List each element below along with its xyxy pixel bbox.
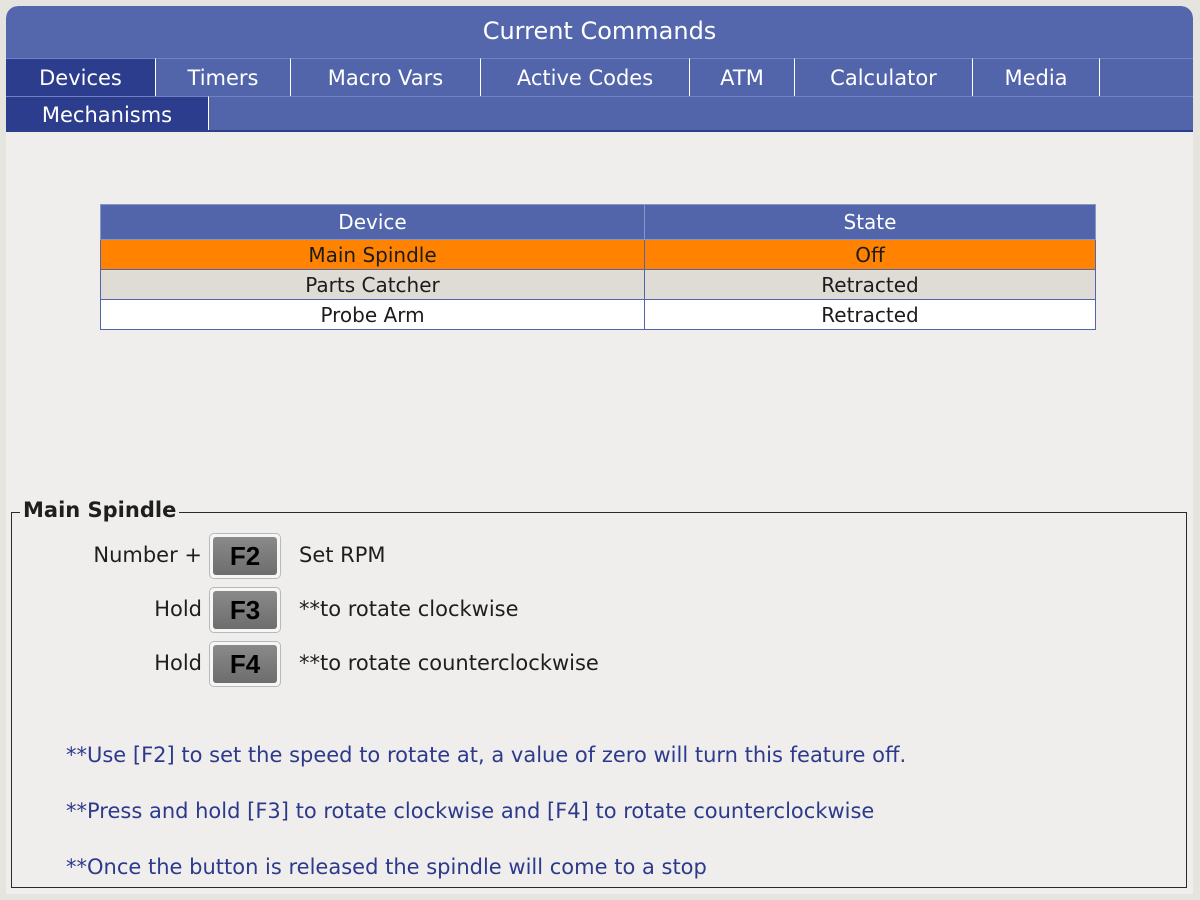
device-state-cell: Retracted xyxy=(644,269,1096,300)
tab-macro-vars[interactable]: Macro Vars xyxy=(291,58,481,96)
key-hint-row: Number + F2 Set RPM xyxy=(12,533,712,579)
column-header-device: Device xyxy=(100,204,645,240)
f4-key-label: F4 xyxy=(213,645,277,683)
tab-bar-filler xyxy=(209,96,1193,130)
panel-title: Main Spindle xyxy=(20,498,180,522)
table-row[interactable]: Parts Catcher Retracted xyxy=(100,269,1096,300)
key-hint-row: Hold F3 **to rotate clockwise xyxy=(12,587,712,633)
tab-bar-secondary: Mechanisms xyxy=(6,96,1193,132)
help-note: **Use [F2] to set the speed to rotate at… xyxy=(66,743,907,767)
current-commands-window: Current Commands Devices Timers Macro Va… xyxy=(6,6,1193,894)
f2-key-label: F2 xyxy=(213,537,277,575)
f3-key-button[interactable]: F3 xyxy=(209,587,281,633)
help-note: **Press and hold [F3] to rotate clockwis… xyxy=(66,799,875,823)
tab-timers[interactable]: Timers xyxy=(156,58,291,96)
f4-key-button[interactable]: F4 xyxy=(209,641,281,687)
device-name-cell: Probe Arm xyxy=(100,299,645,330)
key-description: Set RPM xyxy=(299,543,386,567)
tab-media[interactable]: Media xyxy=(973,58,1100,96)
tab-devices[interactable]: Devices xyxy=(6,58,156,96)
key-prefix: Hold xyxy=(154,651,202,675)
tab-active-codes[interactable]: Active Codes xyxy=(481,58,690,96)
table-header-row: Device State xyxy=(100,204,1096,240)
tab-atm[interactable]: ATM xyxy=(690,58,795,96)
device-state-cell: Off xyxy=(644,239,1096,270)
device-name-cell: Parts Catcher xyxy=(100,269,645,300)
device-state-cell: Retracted xyxy=(644,299,1096,330)
device-name-cell: Main Spindle xyxy=(100,239,645,270)
tab-bar-filler xyxy=(1100,58,1193,96)
key-description: **to rotate counterclockwise xyxy=(299,651,599,675)
column-header-state: State xyxy=(644,204,1096,240)
help-note: **Once the button is released the spindl… xyxy=(66,855,707,879)
key-description: **to rotate clockwise xyxy=(299,597,519,621)
tab-calculator[interactable]: Calculator xyxy=(795,58,973,96)
table-row[interactable]: Main Spindle Off xyxy=(100,239,1096,270)
f2-key-button[interactable]: F2 xyxy=(209,533,281,579)
f3-key-label: F3 xyxy=(213,591,277,629)
tab-bar-primary: Devices Timers Macro Vars Active Codes A… xyxy=(6,58,1193,96)
devices-table: Device State Main Spindle Off Parts Catc… xyxy=(100,204,1096,330)
key-hint-row: Hold F4 **to rotate counterclockwise xyxy=(12,641,712,687)
key-prefix: Number + xyxy=(93,543,202,567)
key-prefix: Hold xyxy=(154,597,202,621)
window-title: Current Commands xyxy=(6,6,1193,58)
main-spindle-panel: Main Spindle Number + F2 Set RPM Hold F3… xyxy=(11,498,1187,888)
table-row[interactable]: Probe Arm Retracted xyxy=(100,299,1096,330)
tab-mechanisms[interactable]: Mechanisms xyxy=(6,96,209,130)
